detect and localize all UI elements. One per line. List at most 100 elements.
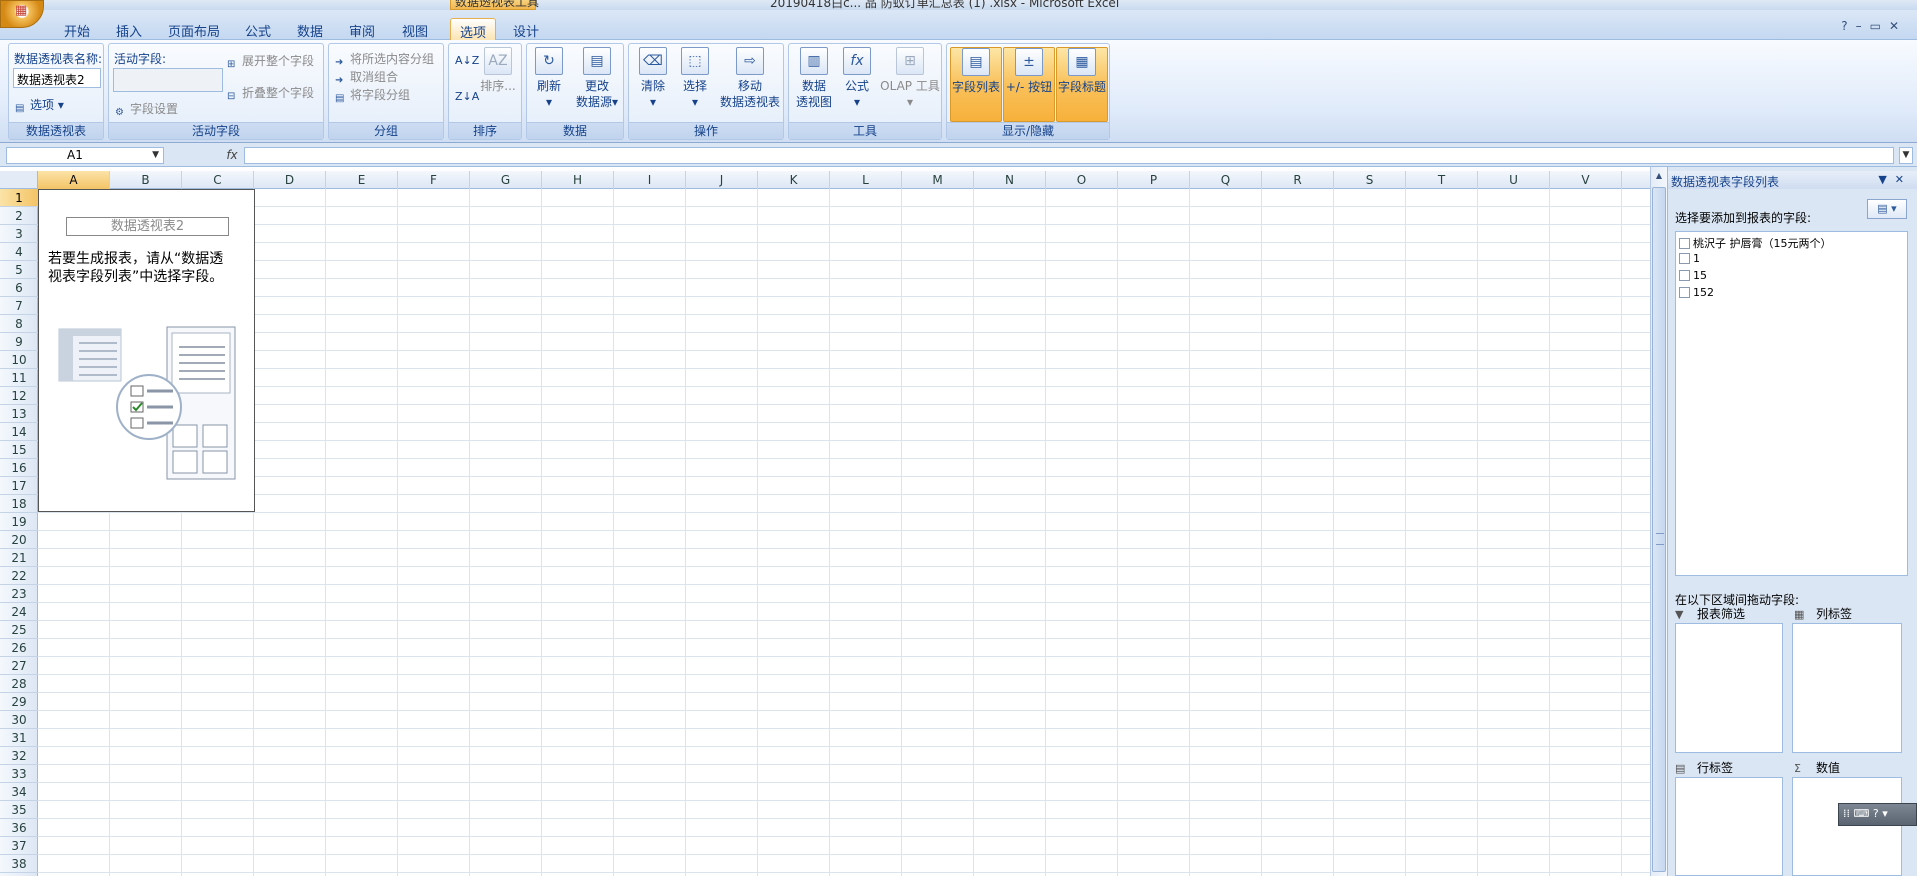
vertical-scrollbar[interactable]: ▲ — [1650, 167, 1667, 876]
scroll-thumb[interactable] — [1652, 187, 1666, 872]
row-header[interactable]: 17 — [0, 477, 38, 495]
row-header[interactable]: 23 — [0, 585, 38, 603]
row-header[interactable]: 27 — [0, 657, 38, 675]
tab-review[interactable]: 审阅 — [340, 18, 384, 40]
sort-dialog-button[interactable]: AZ 排序... — [477, 47, 519, 94]
field-checkbox[interactable] — [1679, 238, 1690, 249]
report-filter-area[interactable] — [1675, 623, 1783, 753]
row-header[interactable]: 29 — [0, 693, 38, 711]
sort-az-button[interactable]: A↓Z — [455, 54, 479, 67]
pivotchart-button[interactable]: ▥ 数据 透视图 — [793, 47, 835, 110]
row-header[interactable]: 21 — [0, 549, 38, 567]
row-labels-area[interactable] — [1675, 777, 1783, 876]
move-pivot-button[interactable]: ⇨ 移动 数据透视表 — [717, 47, 783, 110]
collapse-field-button[interactable]: ⊟ 折叠整个字段 — [227, 84, 314, 103]
field-checkbox[interactable] — [1679, 270, 1690, 281]
pane-close-icon[interactable]: ✕ — [1895, 173, 1912, 186]
row-header[interactable]: 18 — [0, 495, 38, 513]
row-header[interactable]: 34 — [0, 783, 38, 801]
row-header[interactable]: 22 — [0, 567, 38, 585]
expand-field-button[interactable]: ⊞ 展开整个字段 — [227, 52, 314, 71]
column-header[interactable]: Q — [1190, 171, 1262, 189]
row-header[interactable]: 24 — [0, 603, 38, 621]
ungroup-button[interactable]: ➜ 取消组合 — [335, 68, 398, 87]
row-header[interactable]: 35 — [0, 801, 38, 819]
field-checkbox[interactable] — [1679, 287, 1690, 298]
row-header[interactable]: 7 — [0, 297, 38, 315]
group-field-button[interactable]: ▤ 将字段分组 — [335, 86, 410, 105]
pivot-placeholder[interactable]: 数据透视表2 若要生成报表，请从“数据透 视表字段列表”中选择字段。 — [38, 189, 255, 512]
column-header[interactable]: S — [1334, 171, 1406, 189]
column-header[interactable]: T — [1406, 171, 1478, 189]
select-button[interactable]: ⬚ 选择 ▾ — [675, 47, 715, 110]
restore-icon[interactable]: ▭ — [1870, 19, 1889, 33]
row-header[interactable]: 16 — [0, 459, 38, 477]
tab-options[interactable]: 选项 — [450, 18, 496, 41]
column-header[interactable]: L — [830, 171, 902, 189]
column-header[interactable]: I — [614, 171, 686, 189]
column-header[interactable]: H — [542, 171, 614, 189]
row-header[interactable]: 31 — [0, 729, 38, 747]
formulas-button[interactable]: fx 公式 ▾ — [837, 47, 877, 110]
name-box[interactable]: A1 ▼ — [6, 147, 164, 164]
row-header[interactable]: 38 — [0, 855, 38, 873]
refresh-button[interactable]: ↻ 刷新 ▾ — [531, 47, 567, 110]
row-header[interactable]: 28 — [0, 675, 38, 693]
clear-button[interactable]: ⌫ 清除 ▾ — [633, 47, 673, 110]
expand-formula-icon[interactable]: ▼ — [1899, 147, 1913, 164]
help-icon[interactable]: ? — [1873, 807, 1879, 820]
floating-language-toolbar[interactable]: ⁞⁞ ⌨ ? ▾ — [1838, 803, 1917, 826]
row-header[interactable]: 20 — [0, 531, 38, 549]
row-header[interactable]: 9 — [0, 333, 38, 351]
field-item[interactable]: 152 — [1679, 286, 1714, 299]
row-header[interactable]: 13 — [0, 405, 38, 423]
options-button[interactable]: ▤ 选项 ▾ — [15, 96, 64, 115]
row-header[interactable]: 26 — [0, 639, 38, 657]
minimize-icon[interactable]: – — [1856, 19, 1870, 33]
row-header[interactable]: 30 — [0, 711, 38, 729]
row-header[interactable]: 8 — [0, 315, 38, 333]
sort-za-button[interactable]: Z↓A — [455, 90, 479, 103]
column-header[interactable]: P — [1118, 171, 1190, 189]
row-header[interactable]: 15 — [0, 441, 38, 459]
column-header[interactable]: R — [1262, 171, 1334, 189]
row-header[interactable]: 33 — [0, 765, 38, 783]
column-header[interactable]: F — [398, 171, 470, 189]
values-area[interactable] — [1792, 777, 1902, 876]
row-header[interactable]: 19 — [0, 513, 38, 531]
tab-page-layout[interactable]: 页面布局 — [160, 18, 228, 40]
field-item[interactable]: 15 — [1679, 269, 1707, 282]
column-header[interactable]: B — [110, 171, 182, 189]
field-item[interactable]: 1 — [1679, 252, 1700, 265]
chevron-down-icon[interactable]: ▼ — [152, 148, 159, 163]
row-header[interactable]: 36 — [0, 819, 38, 837]
column-labels-area[interactable] — [1792, 623, 1902, 753]
keyboard-icon[interactable]: ⌨ — [1854, 807, 1870, 820]
column-header[interactable]: M — [902, 171, 974, 189]
row-header[interactable]: 11 — [0, 369, 38, 387]
column-header[interactable]: K — [758, 171, 830, 189]
row-header[interactable]: 10 — [0, 351, 38, 369]
change-source-button[interactable]: ▤ 更改 数据源▾ — [571, 47, 623, 110]
column-header[interactable]: V — [1550, 171, 1622, 189]
column-header[interactable]: D — [254, 171, 326, 189]
row-header[interactable]: 32 — [0, 747, 38, 765]
column-header[interactable]: N — [974, 171, 1046, 189]
tab-insert[interactable]: 插入 — [107, 18, 151, 40]
pane-menu-icon[interactable]: ▼ — [1878, 173, 1894, 186]
row-header[interactable]: 25 — [0, 621, 38, 639]
field-settings-button[interactable]: ⚙ 字段设置 — [115, 100, 178, 119]
select-all-corner[interactable] — [0, 171, 38, 189]
column-header[interactable]: E — [326, 171, 398, 189]
row-header[interactable]: 12 — [0, 387, 38, 405]
row-header[interactable]: 4 — [0, 243, 38, 261]
tab-formulas[interactable]: 公式 — [236, 18, 280, 40]
column-header[interactable]: A — [38, 171, 110, 189]
row-header[interactable]: 37 — [0, 837, 38, 855]
olap-tools-button[interactable]: ⊞ OLAP 工具 ▾ — [879, 47, 941, 110]
column-header[interactable]: G — [470, 171, 542, 189]
row-header[interactable]: 6 — [0, 279, 38, 297]
row-header[interactable]: 14 — [0, 423, 38, 441]
layout-dropdown-button[interactable]: ▤ ▾ — [1867, 199, 1907, 219]
close-icon[interactable]: ✕ — [1889, 19, 1907, 33]
